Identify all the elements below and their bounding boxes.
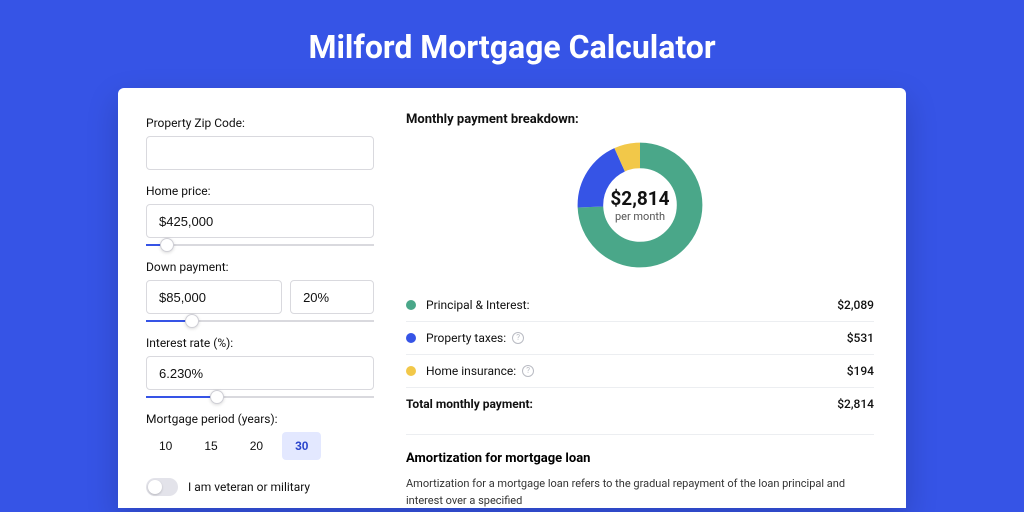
amort-text: Amortization for a mortgage loan refers …	[406, 476, 874, 508]
swatch	[406, 333, 416, 343]
legend-amount: $194	[847, 364, 874, 378]
rate-slider[interactable]	[146, 396, 374, 398]
input-column: Property Zip Code: Home price: Down paym…	[118, 88, 398, 508]
legend-label: Principal & Interest:	[426, 298, 837, 312]
donut-value: $2,814	[610, 187, 669, 210]
calculator-card: Property Zip Code: Home price: Down paym…	[118, 88, 906, 508]
period-label: Mortgage period (years):	[146, 412, 374, 426]
period-option-20[interactable]: 20	[237, 432, 276, 460]
total-amount: $2,814	[837, 397, 874, 411]
rate-input[interactable]	[146, 356, 374, 390]
swatch	[406, 300, 416, 310]
home-price-field: Home price:	[146, 184, 374, 246]
legend: Principal & Interest:$2,089Property taxe…	[406, 289, 874, 387]
home-price-input[interactable]	[146, 204, 374, 238]
period-option-15[interactable]: 15	[191, 432, 230, 460]
zip-label: Property Zip Code:	[146, 116, 374, 130]
period-option-10[interactable]: 10	[146, 432, 185, 460]
veteran-label: I am veteran or military	[188, 480, 310, 494]
down-payment-label: Down payment:	[146, 260, 374, 274]
total-row: Total monthly payment: $2,814	[406, 387, 874, 420]
legend-row: Principal & Interest:$2,089	[406, 289, 874, 321]
breakdown-title: Monthly payment breakdown:	[406, 112, 874, 127]
slider-thumb[interactable]	[210, 390, 224, 404]
amort-title: Amortization for mortgage loan	[406, 451, 874, 466]
period-option-30[interactable]: 30	[282, 432, 321, 460]
legend-amount: $531	[847, 331, 874, 345]
period-options: 10152030	[146, 432, 374, 460]
slider-thumb[interactable]	[160, 238, 174, 252]
amortization-section: Amortization for mortgage loan Amortizat…	[406, 434, 874, 508]
down-payment-slider[interactable]	[146, 320, 374, 322]
rate-label: Interest rate (%):	[146, 336, 374, 350]
slider-thumb[interactable]	[185, 314, 199, 328]
home-price-label: Home price:	[146, 184, 374, 198]
donut-sub: per month	[615, 210, 665, 223]
home-price-slider[interactable]	[146, 244, 374, 246]
help-icon[interactable]: ?	[512, 332, 524, 344]
down-payment-input[interactable]	[146, 280, 282, 314]
breakdown-column: Monthly payment breakdown: $2,814 per mo…	[398, 88, 906, 508]
swatch	[406, 366, 416, 376]
help-icon[interactable]: ?	[522, 365, 534, 377]
total-label: Total monthly payment:	[406, 397, 837, 411]
rate-field: Interest rate (%):	[146, 336, 374, 398]
zip-field: Property Zip Code:	[146, 116, 374, 170]
down-payment-field: Down payment:	[146, 260, 374, 322]
veteran-toggle[interactable]	[146, 478, 178, 496]
veteran-row: I am veteran or military	[146, 478, 374, 496]
down-payment-pct-input[interactable]	[290, 280, 374, 314]
legend-amount: $2,089	[837, 298, 874, 312]
page-title: Milford Mortgage Calculator	[0, 0, 1024, 88]
donut-chart: $2,814 per month	[406, 141, 874, 269]
legend-label: Property taxes:?	[426, 331, 847, 345]
period-field: Mortgage period (years): 10152030	[146, 412, 374, 460]
legend-row: Property taxes:?$531	[406, 321, 874, 354]
zip-input[interactable]	[146, 136, 374, 170]
legend-label: Home insurance:?	[426, 364, 847, 378]
legend-row: Home insurance:?$194	[406, 354, 874, 387]
